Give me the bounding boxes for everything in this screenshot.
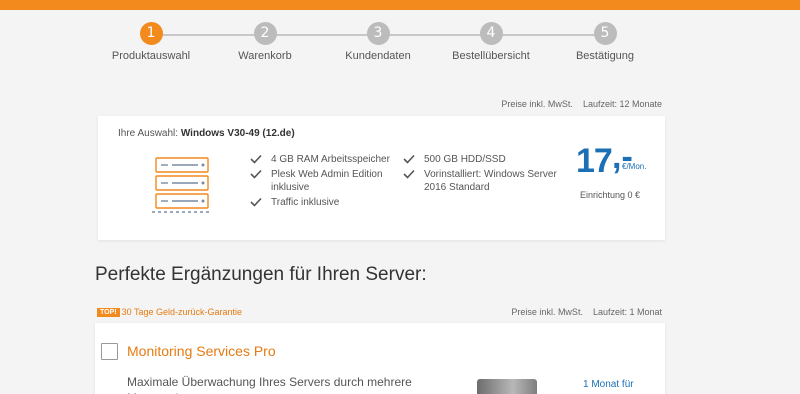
prices-note: Preise inkl. MwSt. bbox=[511, 307, 583, 317]
checkmark-icon bbox=[250, 169, 262, 179]
step-label: Warenkorb bbox=[238, 50, 292, 62]
addon-card: Monitoring Services Pro Maximale Überwac… bbox=[95, 323, 665, 394]
setup-fee: Einrichtung 0 € bbox=[580, 190, 641, 200]
step-label: Kundendaten bbox=[345, 50, 411, 62]
step-warenkorb[interactable]: 2 Warenkorb bbox=[205, 22, 325, 62]
step-produktauswahl[interactable]: 1 Produktauswahl bbox=[91, 22, 211, 62]
step-label: Produktauswahl bbox=[111, 50, 191, 62]
addon-title[interactable]: Monitoring Services Pro bbox=[127, 343, 276, 359]
checkmark-icon bbox=[250, 154, 262, 164]
addon-price-note: 1 Monat für bbox=[583, 379, 634, 390]
selection-meta: Preise inkl. MwSt. Laufzeit: 12 Monate bbox=[501, 99, 662, 109]
server-rack-icon bbox=[152, 154, 216, 219]
feature-item: Traffic inklusive bbox=[250, 196, 400, 209]
term-note: Laufzeit: 12 Monate bbox=[582, 99, 662, 109]
checkout-stepper: 1 Produktauswahl 2 Warenkorb 3 Kundendat… bbox=[0, 22, 800, 62]
step-bestelluebersicht[interactable]: 4 Bestellübersicht bbox=[431, 22, 551, 62]
guarantee-text: 30 Tage Geld-zurück-Garantie bbox=[121, 307, 243, 317]
step-number: 4 bbox=[479, 22, 503, 45]
prices-note: Preise inkl. MwSt. bbox=[501, 99, 573, 109]
feature-item: Vorinstalliert: Windows Server 2016 Stan… bbox=[403, 168, 563, 194]
feature-text: 500 GB HDD/SSD bbox=[424, 154, 506, 165]
addon-checkbox[interactable] bbox=[101, 343, 118, 360]
step-bestaetigung[interactable]: 5 Bestätigung bbox=[545, 22, 665, 62]
product-image bbox=[477, 379, 537, 394]
checkmark-icon bbox=[403, 154, 415, 164]
feature-item: Plesk Web Admin Edition inklusive bbox=[250, 168, 400, 194]
price-display: 17 ,- €/Mon. bbox=[576, 138, 656, 182]
feature-item: 500 GB HDD/SSD bbox=[403, 153, 563, 166]
top-accent-bar bbox=[0, 0, 800, 10]
features-right: 500 GB HDD/SSD Vorinstalliert: Windows S… bbox=[403, 153, 563, 194]
price-main: 17 bbox=[576, 142, 613, 180]
selection-title-value: Windows V30-49 (12.de) bbox=[180, 128, 295, 139]
guarantee-row: TOP! 30 Tage Geld-zurück-Garantie bbox=[97, 307, 242, 317]
step-number: 5 bbox=[593, 22, 617, 45]
step-label: Bestätigung bbox=[575, 50, 635, 62]
checkmark-icon bbox=[403, 169, 415, 179]
selection-title-prefix: Ihre Auswahl: bbox=[118, 128, 179, 139]
addon-meta: Preise inkl. MwSt. Laufzeit: 1 Monat bbox=[511, 307, 662, 317]
selection-title: Ihre Auswahl: Windows V30-49 (12.de) bbox=[118, 128, 295, 139]
feature-text: 4 GB RAM Arbeitsspeicher bbox=[271, 154, 390, 165]
term-note: Laufzeit: 1 Monat bbox=[592, 307, 662, 317]
step-number: 1 bbox=[139, 22, 163, 45]
price-unit: €/Mon. bbox=[622, 162, 647, 171]
step-label: Bestellübersicht bbox=[452, 50, 530, 62]
feature-text: Plesk Web Admin Edition inklusive bbox=[271, 169, 383, 193]
step-number: 2 bbox=[253, 22, 277, 45]
step-kundendaten[interactable]: 3 Kundendaten bbox=[318, 22, 438, 62]
features-left: 4 GB RAM Arbeitsspeicher Plesk Web Admin… bbox=[250, 153, 400, 209]
feature-text: Traffic inklusive bbox=[271, 197, 340, 208]
feature-item: 4 GB RAM Arbeitsspeicher bbox=[250, 153, 400, 166]
feature-text: Vorinstalliert: Windows Server 2016 Stan… bbox=[424, 169, 557, 193]
top-badge: TOP! bbox=[97, 308, 120, 317]
checkmark-icon bbox=[250, 197, 262, 207]
step-number: 3 bbox=[366, 22, 390, 45]
addon-description: Maximale Überwachung Ihres Servers durch… bbox=[127, 375, 412, 394]
selection-card: Ihre Auswahl: Windows V30-49 (12.de) 4 G bbox=[98, 116, 665, 240]
section-title: Perfekte Ergänzungen für Ihren Server: bbox=[95, 264, 427, 285]
